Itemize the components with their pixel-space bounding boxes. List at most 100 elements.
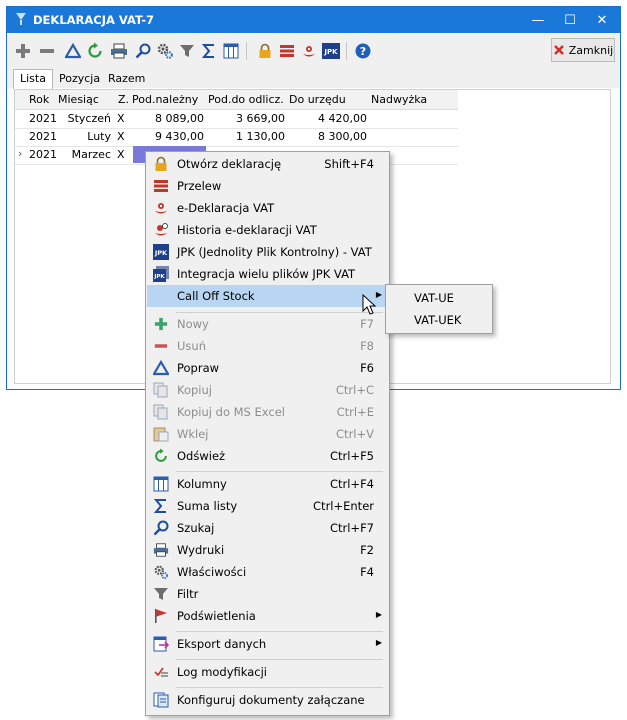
svg-text:JPK: JPK xyxy=(323,48,338,56)
menu-item-columns[interactable]: Kolumny Ctrl+F4 xyxy=(147,473,388,495)
jpk-button[interactable]: JPK xyxy=(321,41,341,61)
minimize-button[interactable]: — xyxy=(522,7,554,33)
edit-triangle-icon xyxy=(153,360,169,376)
e-declaration-icon xyxy=(303,46,315,57)
printer-icon xyxy=(111,43,127,59)
copy-icon xyxy=(153,382,168,398)
table-row[interactable]: 2021 Styczeń X 8 089,00 3 669,00 4 420,0… xyxy=(15,110,458,129)
open-declaration-button[interactable] xyxy=(255,41,275,61)
edit-triangle-icon xyxy=(65,43,81,59)
printer-icon xyxy=(153,543,169,557)
minus-icon xyxy=(40,49,54,53)
close-x-icon xyxy=(553,45,564,55)
menu-item-copy-excel[interactable]: Kopiuj do MS Excel Ctrl+E xyxy=(147,401,388,423)
filter-button[interactable] xyxy=(177,41,197,61)
lock-icon xyxy=(155,156,167,171)
grid-header: Rok Miesiąc Z. Pod.należny Pod.do odlicz… xyxy=(15,90,458,110)
menu-item-filter[interactable]: Filtr xyxy=(147,583,388,605)
plus-icon xyxy=(154,317,168,331)
menu-item-delete[interactable]: Usuń F8 xyxy=(147,335,388,357)
columns-icon xyxy=(223,43,239,59)
settings-button[interactable] xyxy=(155,41,175,61)
submenu-item-vat-ue[interactable]: VAT-UE xyxy=(414,291,454,305)
refresh-icon xyxy=(155,448,167,462)
search-icon xyxy=(153,520,169,536)
menu-item-prints[interactable]: Wydruki F2 xyxy=(147,539,388,561)
menu-item-transfer[interactable]: Przelew xyxy=(147,175,388,197)
row-indicator-icon: › xyxy=(18,147,23,160)
menu-item-edit[interactable]: Popraw F6 xyxy=(147,357,388,379)
add-button[interactable] xyxy=(13,41,33,61)
help-button[interactable]: ? xyxy=(353,41,373,61)
menu-item-copy[interactable]: Kopiuj Ctrl+C xyxy=(147,379,388,401)
close-button-label: Zamknij xyxy=(568,43,614,57)
sum-button[interactable] xyxy=(199,41,219,61)
columns-button[interactable] xyxy=(221,41,241,61)
context-menu: Otwórz deklarację Shift+F4 Przelew e-Dek… xyxy=(145,151,390,716)
cell-z: X xyxy=(117,112,125,125)
sigma-icon xyxy=(153,499,166,513)
cell-pod-nalezny: 8 089,00 xyxy=(155,112,204,125)
delete-button[interactable] xyxy=(37,41,57,61)
refresh-icon xyxy=(88,42,102,58)
submenu-item-vat-uek[interactable]: VAT-UEK xyxy=(414,313,461,327)
call-off-stock-submenu: VAT-UE VAT-UEK xyxy=(385,284,493,334)
e-declaration-button[interactable] xyxy=(299,41,319,61)
columns-icon xyxy=(153,476,169,492)
menu-item-new[interactable]: Nowy F7 xyxy=(147,313,388,335)
maximize-icon: ☐ xyxy=(564,12,576,28)
svg-text:JPK: JPK xyxy=(153,274,165,280)
menu-item-configure-attachments[interactable]: Konfiguruj dokumenty załączane xyxy=(147,689,388,711)
jpk-icon: JPK xyxy=(322,43,340,59)
menu-item-sum-list[interactable]: Suma listy Ctrl+Enter xyxy=(147,495,388,517)
column-header-z[interactable]: Z. xyxy=(118,93,129,106)
menu-item-e-declaration-history[interactable]: Historia e-deklaracji VAT xyxy=(147,219,388,241)
column-header-do-urzedu[interactable]: Do urzędu xyxy=(289,93,346,106)
column-header-rok[interactable]: Rok xyxy=(29,93,49,106)
menu-item-e-declaration[interactable]: e-Deklaracja VAT xyxy=(147,197,388,219)
menu-item-call-off-stock[interactable]: Call Off Stock ▶ xyxy=(147,285,388,307)
menu-item-export[interactable]: Eksport danych ▶ xyxy=(147,633,388,655)
toolbar-separator xyxy=(346,42,347,60)
log-icon xyxy=(154,667,168,677)
menu-separator xyxy=(176,687,383,688)
cell-do-urzedu: 4 420,00 xyxy=(318,112,367,125)
menu-item-highlights[interactable]: Podświetlenia ▶ xyxy=(147,605,388,627)
cell-pod-do-odlicz: 1 130,00 xyxy=(236,130,285,143)
menu-item-open-declaration[interactable]: Otwórz deklarację Shift+F4 xyxy=(147,153,388,175)
toolbar-separator xyxy=(246,42,247,60)
column-header-miesiac[interactable]: Miesiąc xyxy=(58,93,99,106)
column-header-pod-do-odlicz[interactable]: Pod.do odlicz. xyxy=(208,93,284,106)
menu-item-jpk-vat[interactable]: JPK JPK (Jednolity Plik Kontrolny) - VAT xyxy=(147,241,388,263)
menu-item-jpk-integration[interactable]: JPK Integracja wielu plików JPK VAT xyxy=(147,263,388,285)
menu-item-refresh[interactable]: Odśwież Ctrl+F5 xyxy=(147,445,388,467)
menu-item-modification-log[interactable]: Log modyfikacji xyxy=(147,661,388,683)
column-header-nadwyzka[interactable]: Nadwyżka xyxy=(371,93,427,106)
transfer-button[interactable] xyxy=(277,41,297,61)
cell-z: X xyxy=(117,148,125,161)
menu-item-properties[interactable]: Właściwości F4 xyxy=(147,561,388,583)
gear-icon xyxy=(154,565,168,579)
maximize-button[interactable]: ☐ xyxy=(554,7,586,33)
menu-item-paste[interactable]: Wklej Ctrl+V xyxy=(147,423,388,445)
edit-button[interactable] xyxy=(63,41,83,61)
menu-item-search[interactable]: Szukaj Ctrl+F7 xyxy=(147,517,388,539)
print-button[interactable] xyxy=(109,41,129,61)
cell-rok: 2021 xyxy=(29,130,57,143)
cell-pod-nalezny: 9 430,00 xyxy=(155,130,204,143)
table-row[interactable]: 2021 Luty X 9 430,00 1 130,00 8 300,00 xyxy=(15,128,458,147)
cell-rok: 2021 xyxy=(29,148,57,161)
close-button[interactable]: Zamknij xyxy=(551,38,615,62)
refresh-button[interactable] xyxy=(85,41,105,61)
menu-separator xyxy=(176,631,383,632)
tab-lista[interactable]: Lista xyxy=(13,69,53,89)
tab-pozycja[interactable]: Pozycja xyxy=(53,70,106,88)
cell-miesiac: Marzec xyxy=(71,148,111,161)
title-bar: DEKLARACJA VAT-7 — ☐ ✕ xyxy=(7,7,620,33)
search-button[interactable] xyxy=(133,41,153,61)
help-icon: ? xyxy=(355,43,371,59)
close-window-button[interactable]: ✕ xyxy=(586,7,618,33)
cell-rok: 2021 xyxy=(29,112,57,125)
column-header-pod-nalezny[interactable]: Pod.należny xyxy=(132,93,198,106)
tab-razem[interactable]: Razem xyxy=(102,70,151,88)
